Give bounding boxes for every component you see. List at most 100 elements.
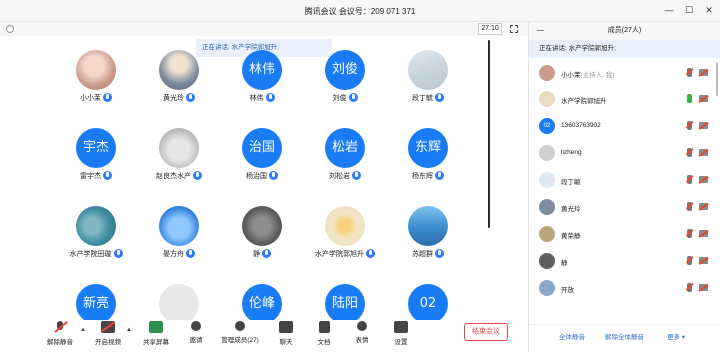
- microphone-muted-icon[interactable]: [687, 283, 692, 292]
- more-button[interactable]: 更多 ▾: [667, 331, 685, 345]
- members-panel-header: — 成员(27人): [529, 22, 720, 40]
- settings-grid-icon: [394, 321, 408, 333]
- members-icon: [235, 321, 245, 331]
- camera-off-icon[interactable]: [699, 257, 708, 264]
- avatar: 林伟: [242, 50, 282, 90]
- members-title: 成员(27人): [607, 27, 642, 34]
- camera-off-icon[interactable]: [699, 122, 708, 129]
- camera-off-icon[interactable]: [699, 95, 708, 102]
- start-video-button[interactable]: 开启视频: [90, 320, 126, 346]
- camera-off-icon[interactable]: [699, 203, 708, 210]
- mute-all-button[interactable]: 全体静音: [559, 331, 585, 345]
- minimize-icon[interactable]: —: [664, 5, 674, 15]
- avatar: [325, 206, 365, 246]
- avatar: 东辉: [408, 128, 448, 168]
- avatar: 新亮: [76, 284, 116, 324]
- settings-button[interactable]: 设置: [383, 320, 419, 346]
- camera-off-icon[interactable]: [699, 230, 708, 237]
- end-meeting-button[interactable]: 结束会议: [464, 323, 508, 341]
- member-row[interactable]: 黄光玲: [529, 196, 720, 220]
- mic-icon: [366, 248, 375, 258]
- avatar: [539, 65, 555, 81]
- participant-name: 段丁毓: [412, 95, 433, 102]
- document-button[interactable]: 文档: [306, 320, 342, 346]
- avatar: 陆阳: [325, 284, 365, 324]
- avatar: [539, 91, 555, 107]
- unmute-button[interactable]: 解除静音: [42, 320, 78, 346]
- avatar: 02: [539, 118, 555, 134]
- add-user-icon: [191, 321, 201, 331]
- member-row[interactable]: 黄荣静: [529, 223, 720, 247]
- member-row[interactable]: 小小茉(主持人, 我): [529, 62, 720, 86]
- member-row[interactable]: lizheng: [529, 142, 720, 166]
- avatar: [242, 206, 282, 246]
- microphone-muted-icon[interactable]: [687, 202, 692, 211]
- meeting-timer: 27:10: [478, 23, 502, 35]
- chat-button[interactable]: 聊天: [268, 320, 304, 346]
- microphone-active-icon[interactable]: [687, 94, 692, 103]
- mic-options-caret[interactable]: ▲: [80, 327, 86, 333]
- microphone-muted-icon[interactable]: [687, 68, 692, 77]
- participant-name: 刘松岩: [329, 173, 350, 180]
- avatar: 治国: [242, 128, 282, 168]
- members-panel-footer: 全体静音 解除全体静音 更多 ▾: [529, 324, 720, 352]
- participant-name: 晏方舟: [163, 251, 184, 258]
- participant-name: 水产学院田璇: [69, 251, 112, 258]
- avatar: [408, 206, 448, 246]
- avatar: [539, 253, 555, 269]
- chat-icon: [279, 321, 293, 333]
- participant-name: 林伟: [249, 95, 264, 102]
- participant-name: 苏超群: [412, 251, 433, 258]
- microphone-muted-icon: [53, 321, 67, 333]
- emoji-icon: [357, 321, 367, 331]
- mic-icon: [103, 170, 112, 180]
- mic-icon: [262, 248, 271, 258]
- participant-name: 水产学院郭旭升: [315, 251, 364, 258]
- avatar: 宇杰: [76, 128, 116, 168]
- window-title: 腾讯会议 会议号：209 071 371: [304, 7, 416, 16]
- avatar: 02: [408, 284, 448, 324]
- share-screen-icon: [149, 321, 163, 333]
- avatar: [539, 172, 555, 188]
- mic-icon: [186, 92, 195, 102]
- member-row[interactable]: 水产学院郭旭升: [529, 88, 720, 112]
- avatar: [159, 50, 199, 90]
- camera-off-icon[interactable]: [699, 69, 708, 76]
- mic-icon: [193, 170, 202, 180]
- microphone-muted-icon[interactable]: [687, 175, 692, 184]
- unmute-all-button[interactable]: 解除全体静音: [605, 331, 644, 345]
- meeting-top-bar: 27:10: [0, 22, 528, 36]
- mic-icon: [103, 92, 112, 102]
- camera-off-icon[interactable]: [699, 176, 708, 183]
- member-row[interactable]: 开放: [529, 277, 720, 301]
- maximize-icon[interactable]: ☐: [684, 5, 694, 15]
- close-icon[interactable]: ✕: [704, 5, 714, 15]
- share-screen-button[interactable]: 共享屏幕: [138, 320, 174, 346]
- camera-off-icon[interactable]: [699, 149, 708, 156]
- participant-name: 杨东辉: [412, 173, 433, 180]
- member-row[interactable]: 02 13603763902: [529, 115, 720, 139]
- collapse-icon[interactable]: —: [537, 22, 544, 40]
- camera-off-icon[interactable]: [699, 284, 708, 291]
- members-panel: — 成员(27人) 正在讲话: 水产学院郭旭升; 小小茉(主持人, 我) 水产学…: [529, 22, 720, 352]
- member-row[interactable]: 段丁毓: [529, 169, 720, 193]
- grid-scrollbar[interactable]: [488, 40, 490, 228]
- avatar: [408, 50, 448, 90]
- microphone-muted-icon[interactable]: [687, 121, 692, 130]
- fullscreen-icon[interactable]: [510, 25, 518, 33]
- meeting-toolbar: 解除静音 ▲ 开启视频 ▲ 共享屏幕 邀请 管理成员(27) 聊天 文档 表情 …: [0, 320, 528, 352]
- emoji-button[interactable]: 表情: [344, 320, 380, 344]
- video-options-caret[interactable]: ▲: [126, 327, 132, 333]
- mic-icon: [113, 248, 123, 258]
- microphone-muted-icon[interactable]: [687, 229, 692, 238]
- shield-icon[interactable]: [6, 25, 14, 33]
- participant-name: 雷宇杰: [80, 173, 101, 180]
- avatar: [76, 206, 116, 246]
- invite-button[interactable]: 邀请: [178, 320, 214, 344]
- avatar: 松岩: [325, 128, 365, 168]
- member-row[interactable]: 静: [529, 250, 720, 274]
- microphone-muted-icon[interactable]: [687, 148, 692, 157]
- manage-members-button[interactable]: 管理成员(27): [218, 320, 262, 344]
- microphone-muted-icon[interactable]: [687, 256, 692, 265]
- avatar: [539, 145, 555, 161]
